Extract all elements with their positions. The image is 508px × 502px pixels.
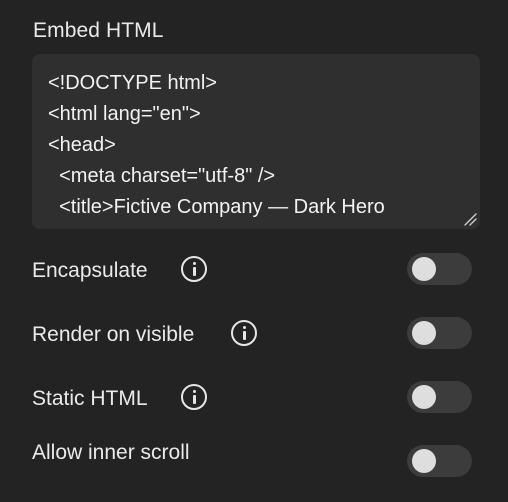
toggle-knob [412, 321, 436, 345]
embed-html-settings-panel: Embed HTML Encapsulate Render on visible… [0, 0, 508, 502]
toggle-knob [412, 449, 436, 473]
embed-html-title: Embed HTML [33, 19, 164, 42]
option-label-static-html: Static HTML [32, 387, 148, 410]
info-icon[interactable] [181, 384, 207, 410]
render-on-visible-toggle[interactable] [407, 317, 472, 349]
option-label-allow-inner-scroll: Allow inner scroll [32, 441, 190, 464]
allow-inner-scroll-toggle[interactable] [407, 445, 472, 477]
encapsulate-toggle[interactable] [407, 253, 472, 285]
embed-html-code-editor[interactable] [32, 54, 480, 229]
option-row-static-html: Static HTML [32, 381, 472, 417]
resize-handle-icon[interactable] [463, 212, 477, 226]
info-icon[interactable] [231, 320, 257, 346]
embed-html-code-input[interactable] [48, 68, 464, 218]
info-icon[interactable] [181, 256, 207, 282]
static-html-toggle[interactable] [407, 381, 472, 413]
toggle-knob [412, 385, 436, 409]
option-row-render-on-visible: Render on visible [32, 317, 472, 353]
toggle-knob [412, 257, 436, 281]
option-row-encapsulate: Encapsulate [32, 253, 472, 289]
option-label-encapsulate: Encapsulate [32, 259, 148, 282]
option-label-render-on-visible: Render on visible [32, 323, 195, 346]
option-row-allow-inner-scroll: Allow inner scroll [32, 441, 472, 481]
